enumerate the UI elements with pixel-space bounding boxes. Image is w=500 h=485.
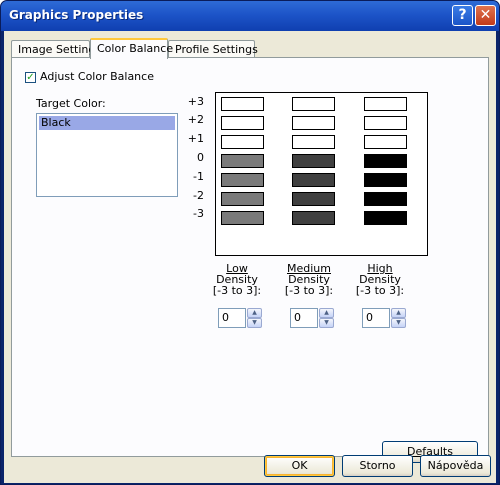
swatch-medium-minus1	[292, 173, 335, 187]
arrow-up-icon: ▲	[396, 309, 401, 316]
swatch-high-plus2	[364, 116, 407, 130]
tab-image-settings[interactable]: Image Settings	[11, 40, 101, 58]
high-density-up-button[interactable]: ▲	[391, 308, 406, 318]
swatch-medium-minus2	[292, 192, 335, 206]
swatch-medium-0	[292, 154, 335, 168]
adjust-color-balance-label[interactable]: Adjust Color Balance	[40, 70, 154, 83]
swatch-high-0	[364, 154, 407, 168]
swatch-low-plus3	[221, 97, 264, 111]
high-density-header: High Density [-3 to 3]:	[349, 263, 411, 296]
low-density-down-button[interactable]: ▼	[247, 318, 262, 328]
arrow-up-icon: ▲	[252, 309, 257, 316]
target-color-label: Target Color:	[36, 97, 106, 110]
high-density-input[interactable]: 0	[362, 308, 390, 328]
help-title-button[interactable]: ?	[452, 5, 473, 26]
row-label-minus2: -2	[193, 189, 204, 202]
tab-color-balance[interactable]: Color Balance	[90, 38, 173, 59]
swatch-high-plus3	[364, 97, 407, 111]
row-label-plus1: +1	[187, 132, 204, 145]
row-label-plus2: +2	[187, 113, 204, 126]
color-balance-grid	[215, 92, 428, 256]
row-label-minus1: -1	[193, 170, 204, 183]
swatch-low-plus2	[221, 116, 264, 130]
list-item-black[interactable]: Black	[39, 116, 175, 130]
window-title: Graphics Properties	[9, 8, 144, 22]
adjust-color-balance-checkbox[interactable]: ✓	[25, 72, 36, 83]
medium-density-down-button[interactable]: ▼	[319, 318, 334, 328]
swatch-high-minus3	[364, 211, 407, 225]
swatch-medium-plus3	[292, 97, 335, 111]
close-button[interactable]: ✕	[475, 5, 496, 26]
color-balance-panel: ✓ Adjust Color Balance Target Color: Bla…	[11, 57, 489, 463]
row-label-0: 0	[197, 151, 204, 164]
medium-density-line3: [-3 to 3]:	[284, 284, 334, 297]
swatch-low-minus3	[221, 211, 264, 225]
ok-button[interactable]: OK	[264, 455, 335, 477]
medium-density-header: Medium Density [-3 to 3]:	[278, 263, 340, 296]
title-bar[interactable]: Graphics Properties ? ✕	[1, 1, 499, 31]
dialog-client: Image Settings Color Balance Profile Set…	[4, 31, 496, 483]
checkmark-icon: ✓	[26, 72, 35, 83]
target-color-listbox[interactable]: Black	[36, 113, 178, 197]
low-density-line3: [-3 to 3]:	[212, 284, 262, 297]
row-label-minus3: -3	[193, 207, 204, 220]
medium-density-input[interactable]: 0	[290, 308, 318, 328]
swatch-low-0	[221, 154, 264, 168]
help-button[interactable]: Nápověda	[420, 455, 491, 477]
medium-density-up-button[interactable]: ▲	[319, 308, 334, 318]
cancel-button[interactable]: Storno	[342, 455, 413, 477]
swatch-medium-minus3	[292, 211, 335, 225]
high-density-down-button[interactable]: ▼	[391, 318, 406, 328]
swatch-low-minus1	[221, 173, 264, 187]
arrow-down-icon: ▼	[252, 319, 257, 326]
swatch-high-plus1	[364, 135, 407, 149]
row-label-plus3: +3	[187, 95, 204, 108]
swatch-high-minus2	[364, 192, 407, 206]
help-icon: ?	[458, 7, 467, 23]
arrow-down-icon: ▼	[396, 319, 401, 326]
tab-profile-settings[interactable]: Profile Settings	[168, 40, 258, 58]
swatch-low-plus1	[221, 135, 264, 149]
swatch-high-minus1	[364, 173, 407, 187]
graphics-properties-window: Graphics Properties ? ✕ Image Settings C…	[0, 0, 500, 485]
swatch-medium-plus2	[292, 116, 335, 130]
low-density-up-button[interactable]: ▲	[247, 308, 262, 318]
high-density-line3: [-3 to 3]:	[355, 284, 405, 297]
arrow-down-icon: ▼	[324, 319, 329, 326]
low-density-input[interactable]: 0	[218, 308, 246, 328]
swatch-low-minus2	[221, 192, 264, 206]
close-icon: ✕	[479, 7, 492, 23]
arrow-up-icon: ▲	[324, 309, 329, 316]
swatch-medium-plus1	[292, 135, 335, 149]
low-density-header: Low Density [-3 to 3]:	[206, 263, 268, 296]
